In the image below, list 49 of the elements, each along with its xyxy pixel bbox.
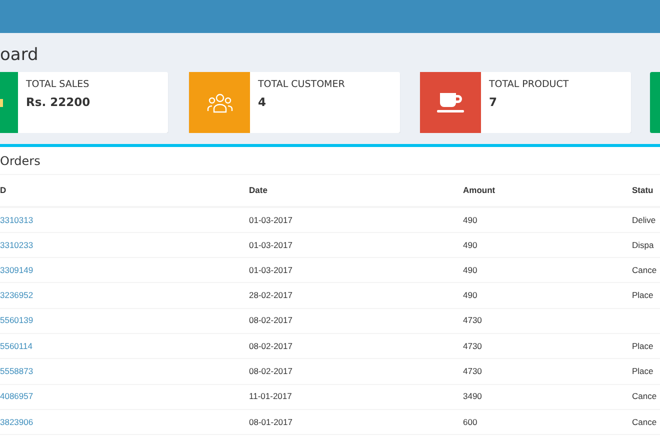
info-value: 4 [258, 95, 268, 109]
order-id-link[interactable]: 3236952 [0, 290, 34, 300]
table-cell: 490 [463, 240, 478, 250]
table-cell: 01-03-2017 [249, 264, 292, 275]
table-cell: 3490 [463, 391, 482, 402]
table-cell: Cance [632, 416, 657, 427]
table-cell: Place [632, 290, 654, 300]
table-cell: 28-02-2017 [249, 290, 292, 300]
table-cell: 490 [463, 214, 478, 225]
table-cell: Dispa [632, 240, 654, 250]
info-value: Rs. 22200 [26, 95, 90, 109]
column-header: Amount [463, 185, 496, 196]
order-id-link[interactable]: 3309149 [0, 264, 34, 275]
table-cell: Cance [632, 264, 657, 275]
table-cell: 11-01-2017 [249, 391, 292, 402]
table-cell: 490 [463, 264, 478, 275]
table-cell: Cance [632, 391, 657, 402]
info-value: 7 [489, 95, 498, 109]
info-label: TOTAL SALES [26, 79, 90, 91]
page-title: oard [0, 44, 40, 67]
table-cell: 4730 [463, 340, 482, 351]
table-cell: 01-03-2017 [249, 214, 292, 225]
table-cell: 600 [463, 416, 478, 427]
table-cell: 08-02-2017 [249, 366, 292, 376]
table-cell: Place [632, 340, 654, 351]
column-header: Date [249, 185, 268, 196]
table-cell: 08-01-2017 [249, 416, 292, 427]
table-cell: 08-02-2017 [249, 340, 292, 351]
panel-title: Orders [0, 147, 660, 175]
table-cell: Delive [632, 214, 656, 225]
table-cell: 08-02-2017 [249, 315, 292, 326]
order-id-link[interactable]: 5560139 [0, 315, 34, 326]
order-id-link[interactable]: 5558873 [0, 366, 34, 376]
cup-icon [436, 90, 466, 114]
order-id-link[interactable]: 3823906 [0, 416, 34, 427]
table-cell: Place [632, 366, 654, 376]
table-cell: 4730 [463, 366, 482, 376]
order-id-link[interactable]: 5560114 [0, 340, 32, 351]
table-cell: 490 [463, 290, 478, 300]
info-label: TOTAL PRODUCT [489, 79, 569, 91]
order-id-link[interactable]: 3310313 [0, 214, 34, 225]
order-id-link[interactable]: 4086957 [0, 391, 34, 402]
column-header: Statu [632, 185, 654, 196]
order-id-link[interactable]: 3310233 [0, 240, 34, 250]
table-cell: 4730 [463, 315, 482, 326]
column-header: D [0, 185, 6, 196]
table-cell: 01-03-2017 [249, 240, 292, 250]
users-icon [206, 92, 232, 112]
info-label: TOTAL CUSTOMER [258, 79, 345, 91]
